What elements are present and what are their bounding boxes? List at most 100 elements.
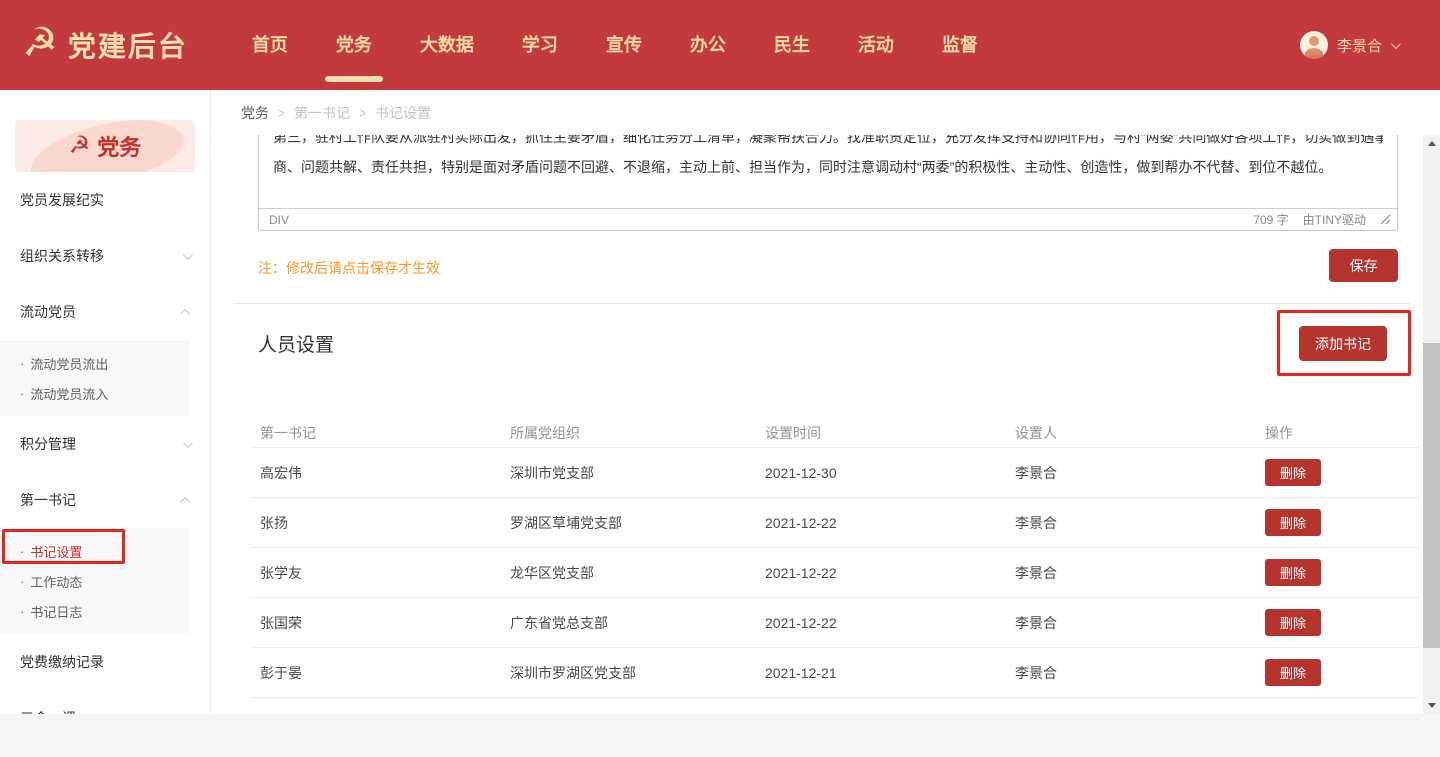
chevron-up-icon [180, 308, 190, 318]
sidebar-item-member-development[interactable]: 党员发展纪实 [0, 172, 210, 228]
save-note: 注：修改后请点击保存才生效 [258, 249, 440, 278]
app-logo[interactable]: ☭ 党建后台 [22, 25, 188, 65]
cell-setter: 李景合 [1015, 613, 1265, 633]
top-header: ☭ 党建后台 首页 党务 大数据 学习 宣传 办公 民生 活动 监督 李景合 [0, 0, 1440, 90]
sidebar: ☭ 党务 党员发展纪实 组织关系转移 流动党员 ·流动党员流出 ·流动 [0, 90, 211, 714]
chevron-down-icon [1391, 39, 1401, 49]
chevron-down-icon [183, 250, 193, 260]
cell-date: 2021-12-22 [765, 515, 1015, 531]
party-emblem-icon: ☭ [69, 134, 91, 158]
col-header-actions: 操作 [1265, 423, 1420, 443]
cell-org: 罗湖区草埔党支部 [510, 513, 765, 533]
page-footer [0, 714, 1440, 757]
nav-item-supervision[interactable]: 监督 [940, 0, 980, 90]
editor-content[interactable]: 第三，驻村工作队要从派驻村实际出发，抓住主要矛盾，细化任务分工清单，凝聚帮扶合力… [259, 135, 1397, 208]
sidebar-submenu-mobile-members: ·流动党员流出 ·流动党员流入 [0, 340, 190, 416]
table-row: 彭于晏 深圳市罗湖区党支部 2021-12-21 李景合 删除 [250, 648, 1420, 698]
secretary-table: 第一书记 所属党组织 设置时间 设置人 操作 高宏伟 深圳市党支部 2021-1… [250, 419, 1420, 698]
sidebar-item-mobile-out[interactable]: ·流动党员流出 [0, 348, 190, 378]
cell-name: 彭于晏 [250, 663, 510, 683]
delete-button[interactable]: 删除 [1265, 609, 1321, 636]
cell-org: 深圳市罗湖区党支部 [510, 663, 765, 683]
party-emblem-icon: ☭ [22, 23, 58, 63]
sidebar-item-points-management[interactable]: 积分管理 [0, 416, 210, 472]
user-name: 李景合 [1337, 35, 1382, 56]
cell-name: 张扬 [250, 513, 510, 533]
cell-org: 龙华区党支部 [510, 563, 765, 583]
sidebar-item-secretary-settings[interactable]: ·书记设置 [0, 536, 190, 566]
editor-line-2: 商、问题共解、责任共担，特别是面对矛盾问题不回避、不退缩，主动上前、担当作为，同… [273, 152, 1383, 182]
scrollbar-thumb[interactable] [1423, 343, 1440, 648]
sidebar-item-dues-record[interactable]: 党费缴纳记录 [0, 634, 210, 690]
editor-status-bar: DIV 709 字 由TINY驱动 [259, 208, 1397, 230]
nav-item-publicity[interactable]: 宣传 [604, 0, 644, 90]
cell-date: 2021-12-30 [765, 465, 1015, 481]
breadcrumb-separator: > [278, 104, 285, 121]
col-header-set-time: 设置时间 [765, 423, 1015, 443]
cell-date: 2021-12-21 [765, 665, 1015, 681]
cell-name: 张学友 [250, 563, 510, 583]
cell-name: 高宏伟 [250, 463, 510, 483]
breadcrumb: 党务 > 第一书记 > 书记设置 [211, 90, 1440, 135]
table-header: 第一书记 所属党组织 设置时间 设置人 操作 [250, 419, 1420, 448]
sidebar-item-mobile-in[interactable]: ·流动党员流入 [0, 378, 190, 408]
breadcrumb-dangwu[interactable]: 党务 [241, 103, 269, 123]
sidebar-item-first-secretary[interactable]: 第一书记 [0, 472, 210, 528]
resize-grip-icon[interactable] [1380, 214, 1391, 225]
cell-setter: 李景合 [1015, 563, 1265, 583]
save-button[interactable]: 保存 [1329, 249, 1398, 282]
rich-text-editor: 第三，驻村工作队要从派驻村实际出发，抓住主要矛盾，细化任务分工清单，凝聚帮扶合力… [258, 135, 1398, 231]
breadcrumb-secretary-settings[interactable]: 书记设置 [375, 103, 431, 123]
add-secretary-button[interactable]: 添加书记 [1299, 326, 1387, 361]
cell-setter: 李景合 [1015, 663, 1265, 683]
chevron-up-icon [180, 496, 190, 506]
sidebar-submenu-first-secretary: ·书记设置 ·工作动态 ·书记日志 [0, 528, 190, 634]
sidebar-item-clipped[interactable]: 三会一课 [0, 690, 210, 714]
avatar [1300, 31, 1328, 59]
delete-button[interactable]: 删除 [1265, 659, 1321, 686]
delete-button[interactable]: 删除 [1265, 509, 1321, 536]
cell-setter: 李景合 [1015, 513, 1265, 533]
cell-name: 张国荣 [250, 613, 510, 633]
nav-item-home[interactable]: 首页 [250, 0, 290, 90]
editor-powered-by: 由TINY驱动 [1303, 211, 1366, 228]
sidebar-item-mobile-members[interactable]: 流动党员 [0, 284, 210, 340]
table-row: 张扬 罗湖区草埔党支部 2021-12-22 李景合 删除 [250, 498, 1420, 548]
editor-word-count: 709 字 [1253, 211, 1288, 228]
section-divider [234, 303, 1411, 304]
app-root: ☭ 党建后台 首页 党务 大数据 学习 宣传 办公 民生 活动 监督 李景合 [0, 0, 1440, 757]
main-nav: 首页 党务 大数据 学习 宣传 办公 民生 活动 监督 [250, 0, 980, 90]
col-header-first-secretary: 第一书记 [250, 423, 510, 443]
people-section-title: 人员设置 [258, 326, 334, 357]
cell-setter: 李景合 [1015, 463, 1265, 483]
nav-item-dangwu[interactable]: 党务 [334, 0, 374, 90]
nav-item-bigdata[interactable]: 大数据 [418, 0, 476, 90]
cell-org: 广东省党总支部 [510, 613, 765, 633]
nav-item-office[interactable]: 办公 [688, 0, 728, 90]
user-menu[interactable]: 李景合 [1300, 31, 1398, 59]
scroll-down-button[interactable] [1423, 697, 1440, 714]
breadcrumb-separator: > [359, 104, 366, 121]
breadcrumb-first-secretary[interactable]: 第一书记 [294, 103, 350, 123]
editor-line-1: 第三，驻村工作队要从派驻村实际出发，抓住主要矛盾，细化任务分工清单，凝聚帮扶合力… [273, 135, 1383, 152]
table-row: 高宏伟 深圳市党支部 2021-12-30 李景合 删除 [250, 448, 1420, 498]
chevron-down-icon [183, 438, 193, 448]
sidebar-banner-label: 党务 [97, 130, 141, 162]
nav-item-study[interactable]: 学习 [520, 0, 560, 90]
delete-button[interactable]: 删除 [1265, 459, 1321, 486]
sidebar-banner: ☭ 党务 [15, 120, 195, 172]
col-header-org: 所属党组织 [510, 423, 765, 443]
table-row: 张国荣 广东省党总支部 2021-12-22 李景合 删除 [250, 598, 1420, 648]
sidebar-item-org-relation-transfer[interactable]: 组织关系转移 [0, 228, 210, 284]
col-header-set-by: 设置人 [1015, 423, 1265, 443]
scroll-region: 第三，驻村工作队要从派驻村实际出发，抓住主要矛盾，细化任务分工清单，凝聚帮扶合力… [211, 135, 1440, 714]
nav-item-livelihood[interactable]: 民生 [772, 0, 812, 90]
sidebar-item-work-trends[interactable]: ·工作动态 [0, 566, 190, 596]
delete-button[interactable]: 删除 [1265, 559, 1321, 586]
scroll-up-button[interactable] [1423, 135, 1440, 152]
sidebar-item-secretary-log[interactable]: ·书记日志 [0, 596, 190, 626]
editor-element-path: DIV [269, 213, 289, 227]
table-row: 张学友 龙华区党支部 2021-12-22 李景合 删除 [250, 548, 1420, 598]
vertical-scrollbar[interactable] [1423, 135, 1440, 714]
nav-item-activity[interactable]: 活动 [856, 0, 896, 90]
